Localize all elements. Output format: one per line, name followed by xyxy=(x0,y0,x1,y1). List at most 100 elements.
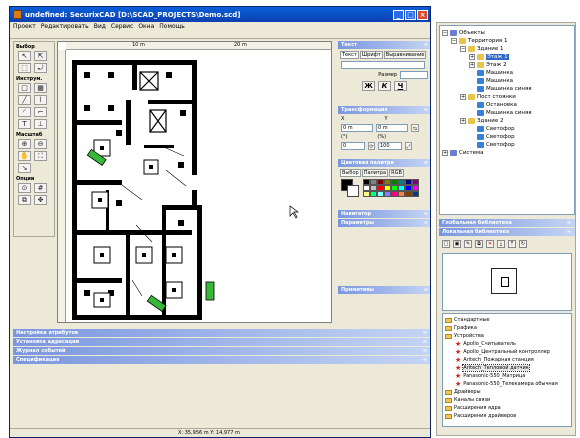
palette-swatch[interactable] xyxy=(405,191,412,197)
pan-hand-icon[interactable]: ✋ xyxy=(18,151,31,161)
expand-toggle-icon[interactable]: − xyxy=(460,46,466,52)
event-log-panel-header[interactable]: Журнал событий xyxy=(13,347,430,355)
expand-toggle-icon[interactable]: − xyxy=(442,30,448,36)
library-folder-item[interactable]: Стандартные xyxy=(445,316,569,324)
library-list[interactable]: Стандартные Графика Устройства ★ Apollo_Счит… xyxy=(442,313,572,427)
expand-toggle-icon[interactable]: + xyxy=(469,54,475,60)
angle-input[interactable]: 0 xyxy=(341,142,365,150)
addressing-panel-header[interactable]: Установка адресации xyxy=(13,338,430,346)
maximize-button[interactable]: □ xyxy=(405,9,416,20)
tree-node[interactable]: + Система xyxy=(442,149,572,157)
import-item-icon[interactable]: ⤓ xyxy=(497,240,505,248)
transform-panel-header[interactable]: Трансформация xyxy=(338,106,430,114)
menu-help[interactable]: Помощь xyxy=(159,23,185,30)
palette-swatch[interactable] xyxy=(377,191,384,197)
link-icon[interactable]: ⇆ xyxy=(411,124,419,132)
wall-tool-icon[interactable]: ▦ xyxy=(34,83,47,93)
scale-input[interactable]: 100 xyxy=(378,142,402,150)
underline-button[interactable]: Ч xyxy=(394,81,407,91)
tree-node[interactable]: Светофор xyxy=(442,125,572,133)
snap-option-icon[interactable]: ⊙ xyxy=(18,183,31,193)
library-folder-item[interactable]: Расширения ядра xyxy=(445,404,569,412)
text-panel-header[interactable]: Текст xyxy=(338,41,430,49)
arc-tool-icon[interactable]: ◜ xyxy=(18,107,31,117)
settings-option-icon[interactable]: ✥ xyxy=(34,195,47,205)
tree-node[interactable]: Остановка xyxy=(442,101,572,109)
palette-swatch[interactable] xyxy=(412,191,419,197)
italic-button[interactable]: К xyxy=(378,81,391,91)
copy-item-icon[interactable]: ⧉ xyxy=(475,240,483,248)
global-library-header[interactable]: Глобальная библиотека xyxy=(439,219,575,227)
multi-select-tool-icon[interactable]: ⇱ xyxy=(34,51,47,61)
tree-node[interactable]: + Пост стоянки xyxy=(442,93,572,101)
object-tree[interactable]: − Объекты − Территория 1− Здание 1 + Этаж 1 + Эт… xyxy=(439,25,575,215)
attributes-panel-header[interactable]: Настройка атрибутов xyxy=(13,329,430,337)
tab-rgb[interactable]: RGB xyxy=(389,169,404,177)
rotate-select-tool-icon[interactable]: ⤾ xyxy=(34,63,47,73)
color-palette-grid[interactable] xyxy=(363,179,419,197)
polyline-tool-icon[interactable]: ⌇ xyxy=(34,95,47,105)
size-select[interactable] xyxy=(400,71,428,79)
dimension-tool-icon[interactable]: ⊥ xyxy=(34,119,47,129)
palette-panel-header[interactable]: Цветовая палитра xyxy=(338,159,430,167)
menu-edit[interactable]: Редактировать xyxy=(41,23,89,30)
expand-toggle-icon[interactable]: + xyxy=(460,118,466,124)
zoom-arrow-icon[interactable]: ↘ xyxy=(18,163,31,173)
zoom-out-icon[interactable]: ⊖ xyxy=(34,139,47,149)
library-folder-item[interactable]: Расширения драйверов xyxy=(445,412,569,420)
font-select[interactable] xyxy=(341,61,425,69)
tree-node[interactable]: Светофор xyxy=(442,133,572,141)
tree-node[interactable]: Светофор xyxy=(442,141,572,149)
delete-item-icon[interactable]: ✕ xyxy=(486,240,494,248)
library-folder-item[interactable]: Драйверы xyxy=(445,388,569,396)
x-input[interactable]: 0 m xyxy=(341,124,373,132)
tree-node[interactable]: − Объекты xyxy=(442,29,572,37)
rotate-icon[interactable]: ⟳ xyxy=(368,142,375,150)
expand-toggle-icon[interactable]: + xyxy=(469,62,475,68)
palette-swatch[interactable] xyxy=(384,191,391,197)
tree-node[interactable]: − Территория 1 xyxy=(442,37,572,45)
new-item-icon[interactable]: □ xyxy=(442,240,450,248)
save-item-icon[interactable]: ▣ xyxy=(453,240,461,248)
menu-windows[interactable]: Окна xyxy=(138,23,154,30)
pointer-tool-icon[interactable]: ↖ xyxy=(18,51,31,61)
menu-service[interactable]: Сервис xyxy=(111,23,133,30)
rectangle-tool-icon[interactable]: □ xyxy=(18,83,31,93)
specification-panel-header[interactable]: Спецификация xyxy=(13,356,430,364)
library-device-item[interactable]: ★ Aritech_Пожарная станция xyxy=(445,356,569,364)
tree-node[interactable]: + Этаж 1 xyxy=(442,53,572,61)
tree-node[interactable]: Машинка синяя xyxy=(442,109,572,117)
bold-button[interactable]: Ж xyxy=(362,81,375,91)
door-tool-icon[interactable]: ⌐ xyxy=(34,107,47,117)
floor-plan[interactable] xyxy=(66,50,332,322)
tab-choice[interactable]: Выбор xyxy=(340,169,361,177)
grid-option-icon[interactable]: # xyxy=(34,183,47,193)
drawing-canvas[interactable]: 10 m 20 m xyxy=(57,41,332,323)
close-button[interactable]: × xyxy=(417,9,428,20)
y-input[interactable]: 0 m xyxy=(376,124,408,132)
expand-toggle-icon[interactable]: − xyxy=(451,38,457,44)
library-device-item[interactable]: ★ Panasonic-550_Телекамера обычная xyxy=(445,380,569,388)
navigator-panel-header[interactable]: Навигатор xyxy=(338,210,430,218)
zoom-in-icon[interactable]: ⊕ xyxy=(18,139,31,149)
expand-toggle-icon[interactable]: + xyxy=(442,150,448,156)
palette-swatch[interactable] xyxy=(391,191,398,197)
expand-toggle-icon[interactable]: + xyxy=(460,94,466,100)
tab-font[interactable]: Шрифт xyxy=(359,51,383,59)
palette-swatch[interactable] xyxy=(363,191,370,197)
library-device-item[interactable]: ★ Apollo_Центральный контроллер xyxy=(445,348,569,356)
refresh-item-icon[interactable]: ↻ xyxy=(519,240,527,248)
menu-project[interactable]: Проект xyxy=(13,23,36,30)
palette-swatch[interactable] xyxy=(370,191,377,197)
export-item-icon[interactable]: ⤒ xyxy=(508,240,516,248)
tree-node[interactable]: Машинка синяя xyxy=(442,85,572,93)
minimize-button[interactable]: _ xyxy=(393,9,404,20)
node-select-tool-icon[interactable]: ⬚ xyxy=(18,63,31,73)
tree-node[interactable]: + Этаж 2 xyxy=(442,61,572,69)
edit-item-icon[interactable]: ✎ xyxy=(464,240,472,248)
parameters-panel-header[interactable]: Параметры xyxy=(338,219,430,227)
line-tool-icon[interactable]: ╱ xyxy=(18,95,31,105)
tree-node[interactable]: Машинка xyxy=(442,77,572,85)
library-folder-item[interactable]: Графика xyxy=(445,324,569,332)
text-tool-icon[interactable]: T xyxy=(18,119,31,129)
